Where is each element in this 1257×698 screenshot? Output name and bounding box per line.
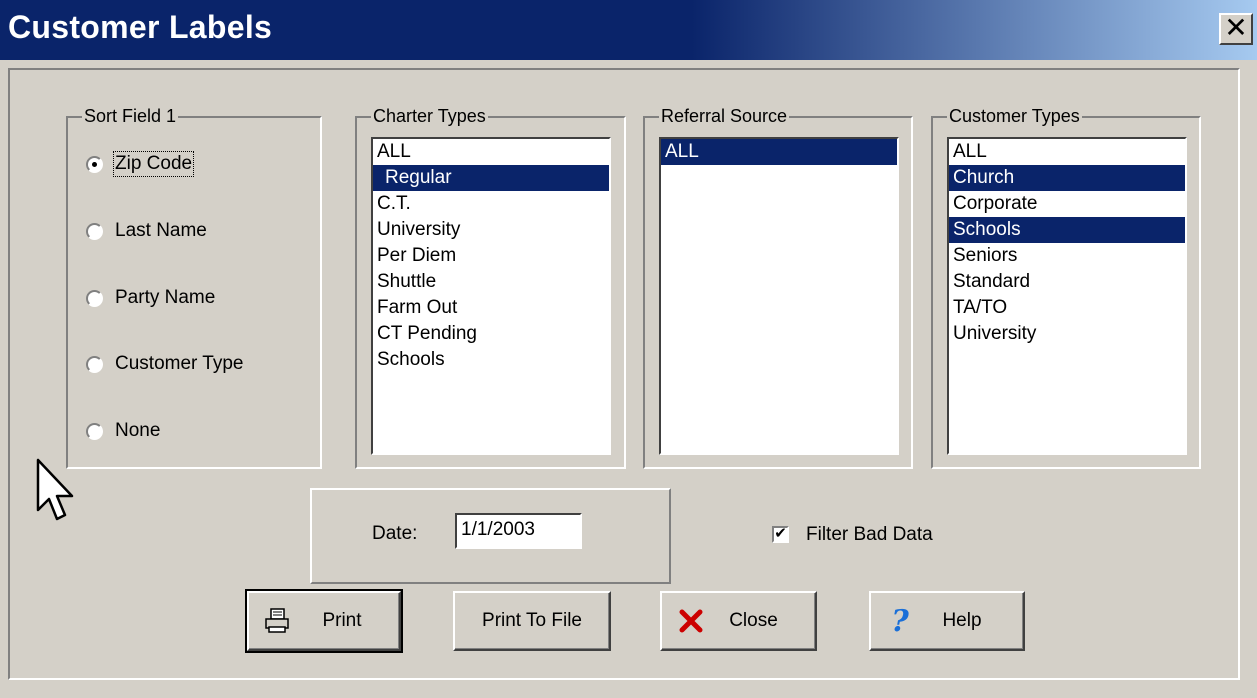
radio-button-icon[interactable] [86,222,103,240]
print-to-file-button[interactable]: Print To File [453,591,611,651]
list-item[interactable]: University [373,217,609,243]
print-button-label: Print [322,610,362,631]
radio-button-icon[interactable] [86,155,103,173]
close-window-button[interactable]: ✕ [1219,13,1253,45]
sort-field-title: Sort Field 1 [82,106,179,126]
list-item[interactable]: TA/TO [949,295,1185,321]
mouse-pointer-icon [36,458,76,528]
customer-types-listbox[interactable]: ALL Church Corporate Schools Seniors Standard… [947,137,1187,455]
radio-button-icon[interactable] [86,355,103,373]
help-button[interactable]: ? Help [869,591,1025,651]
list-item[interactable]: University [949,321,1185,347]
list-item[interactable]: CT Pending [373,321,609,347]
filter-bad-data-label[interactable]: Filter Bad Data [806,524,933,546]
window-title: Customer Labels [8,9,273,45]
sort-option-customer-type[interactable]: Customer Type [86,352,243,376]
close-x-icon [676,606,706,636]
list-item[interactable]: C.T. [373,191,609,217]
title-bar: Customer Labels ✕ [0,0,1257,60]
list-item[interactable]: Shuttle [373,269,609,295]
charter-types-listbox[interactable]: ALL Regular C.T. University Per Diem Shuttle F… [371,137,611,455]
sort-field-group: Sort Field 1 Zip Code Last Name Party Name… [66,106,322,469]
sort-option-label: Customer Type [115,353,244,374]
list-item[interactable]: Corporate [949,191,1185,217]
list-item[interactable]: Seniors [949,243,1185,269]
print-button[interactable]: Print [245,589,403,653]
sort-option-last-name[interactable]: Last Name [86,219,207,243]
charter-types-title: Charter Types [371,106,488,126]
customer-types-title: Customer Types [947,106,1082,126]
sort-option-label: Last Name [115,220,207,241]
list-item[interactable]: ALL [949,139,1185,165]
radio-button-icon[interactable] [86,422,103,440]
sort-option-none[interactable]: None [86,419,160,443]
printer-icon [263,606,293,636]
close-button[interactable]: Close [660,591,817,651]
list-item[interactable]: Church [949,165,1185,191]
list-item[interactable]: Standard [949,269,1185,295]
print-to-file-button-label: Print To File [482,610,582,631]
referral-source-title: Referral Source [659,106,790,126]
list-item[interactable]: Per Diem [373,243,609,269]
list-item[interactable]: Schools [373,347,609,373]
close-button-label: Close [729,610,778,631]
sort-option-party-name[interactable]: Party Name [86,286,215,310]
list-item[interactable]: ALL [661,139,897,165]
question-mark-icon: ? [891,603,909,639]
sort-option-label: None [115,420,161,441]
referral-source-listbox[interactable]: ALL [659,137,899,455]
list-item[interactable]: ALL [373,139,609,165]
sort-option-label: Party Name [115,287,216,308]
filter-bad-data-checkbox[interactable]: ✔ [772,526,789,543]
sort-option-zip-code[interactable]: Zip Code [86,151,195,177]
list-item[interactable]: Regular [373,165,609,191]
sort-option-label: Zip Code [112,151,195,177]
date-label: Date: [372,523,418,544]
radio-button-icon[interactable] [86,289,103,307]
list-item[interactable]: Schools [949,217,1185,243]
help-button-label: Help [942,610,982,631]
date-input[interactable]: 1/1/2003 [455,513,582,549]
list-item[interactable]: Farm Out [373,295,609,321]
check-mark-icon: ✔ [774,525,787,542]
